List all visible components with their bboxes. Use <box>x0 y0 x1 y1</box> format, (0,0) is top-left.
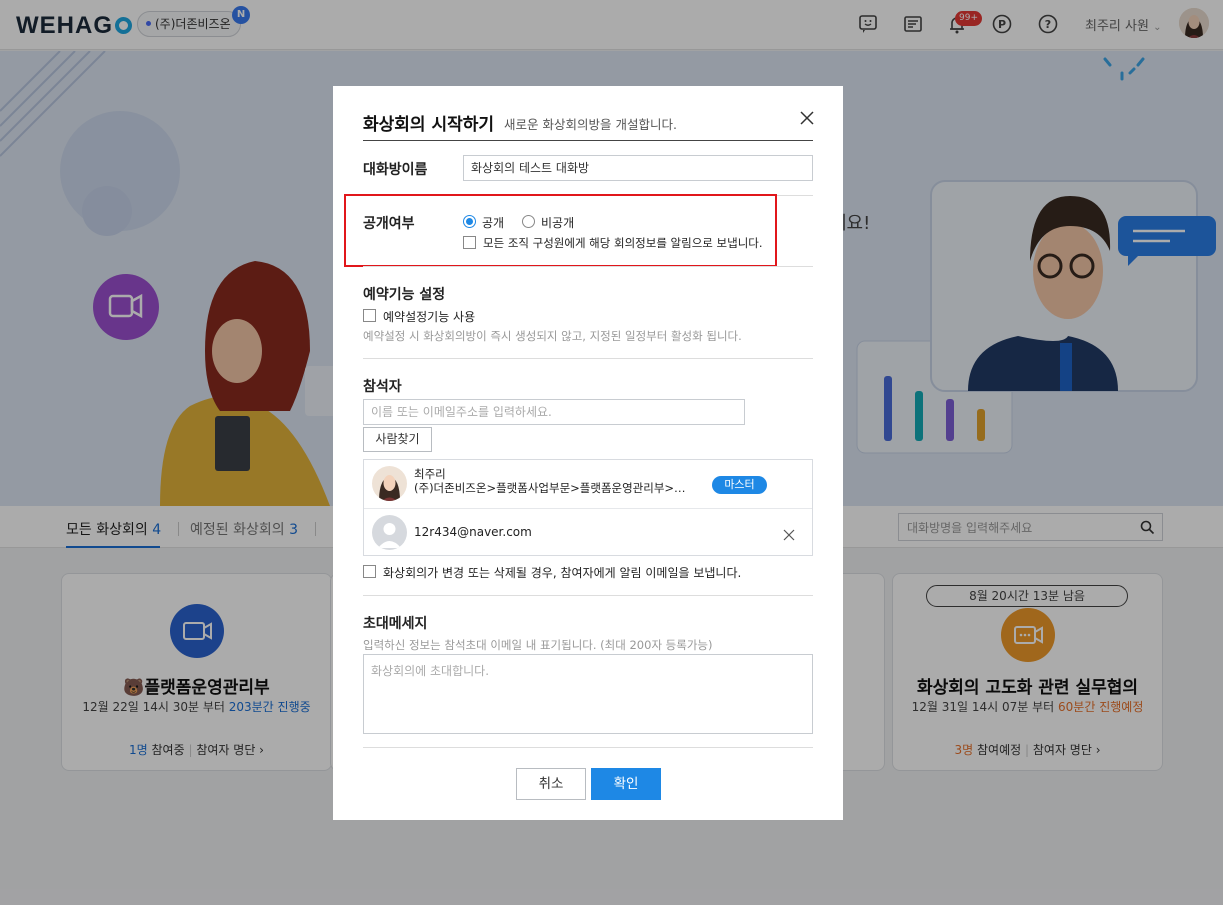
private-radio[interactable] <box>522 215 535 228</box>
email-notify-checkbox[interactable] <box>363 565 376 578</box>
invite-hint: 입력하신 정보는 참석초대 이메일 내 표기됩니다. (최대 200자 등록가능… <box>363 638 713 652</box>
email-notify-label: 화상회의가 변경 또는 삭제될 경우, 참여자에게 알림 이메일을 보냅니다. <box>383 566 742 580</box>
room-name-label: 대화방이름 <box>363 162 428 178</box>
notify-all-checkbox[interactable] <box>463 236 476 249</box>
participant-search-input[interactable]: 이름 또는 이메일주소를 입력하세요. <box>363 399 745 425</box>
visibility-label: 공개여부 <box>363 216 415 232</box>
divider <box>363 266 813 267</box>
room-name-input[interactable]: 화상회의 테스트 대화방 <box>463 155 813 181</box>
divider <box>363 595 813 596</box>
reservation-hint: 예약설정 시 화상회의방이 즉시 생성되지 않고, 지정된 일정부터 활성화 됩… <box>363 329 742 343</box>
invite-message-textarea[interactable]: 화상회의에 초대합니다. <box>363 654 813 734</box>
dialog-title: 화상회의 시작하기 <box>363 115 495 135</box>
dialog-subtitle: 새로운 화상회의방을 개설합니다. <box>504 117 677 132</box>
master-badge: 마스터 <box>712 476 767 494</box>
divider <box>363 358 813 359</box>
participant-list: 최주리 (주)더존비즈온>플랫폼사업부문>플랫폼운영관리부>… 마스터 12r4… <box>363 459 813 556</box>
participant-org: (주)더존비즈온>플랫폼사업부문>플랫폼운영관리부>… <box>414 481 686 495</box>
public-radio[interactable] <box>463 215 476 228</box>
invite-title: 초대메세지 <box>363 616 428 632</box>
reservation-title: 예약기능 설정 <box>363 287 446 303</box>
divider <box>364 508 812 509</box>
start-video-meeting-dialog: 화상회의 시작하기 새로운 화상회의방을 개설합니다. 대화방이름 화상회의 테… <box>333 86 843 820</box>
close-icon[interactable] <box>799 110 815 126</box>
reservation-checkbox[interactable] <box>363 309 376 322</box>
public-radio-label: 공개 <box>482 216 505 230</box>
private-radio-label: 비공개 <box>541 216 575 230</box>
cancel-button[interactable]: 취소 <box>516 768 586 800</box>
participants-title: 참석자 <box>363 379 402 395</box>
divider <box>363 747 813 748</box>
participant-email: 12r434@naver.com <box>414 525 532 539</box>
divider <box>363 140 813 141</box>
find-people-button[interactable]: 사람찾기 <box>363 427 432 452</box>
avatar <box>372 515 407 550</box>
confirm-button[interactable]: 확인 <box>591 768 661 800</box>
remove-participant-icon[interactable] <box>783 529 795 541</box>
notify-all-label: 모든 조직 구성원에게 해당 회의정보를 알림으로 보냅니다. <box>483 236 763 250</box>
reservation-checkbox-label: 예약설정기능 사용 <box>383 310 476 324</box>
avatar <box>372 466 407 501</box>
